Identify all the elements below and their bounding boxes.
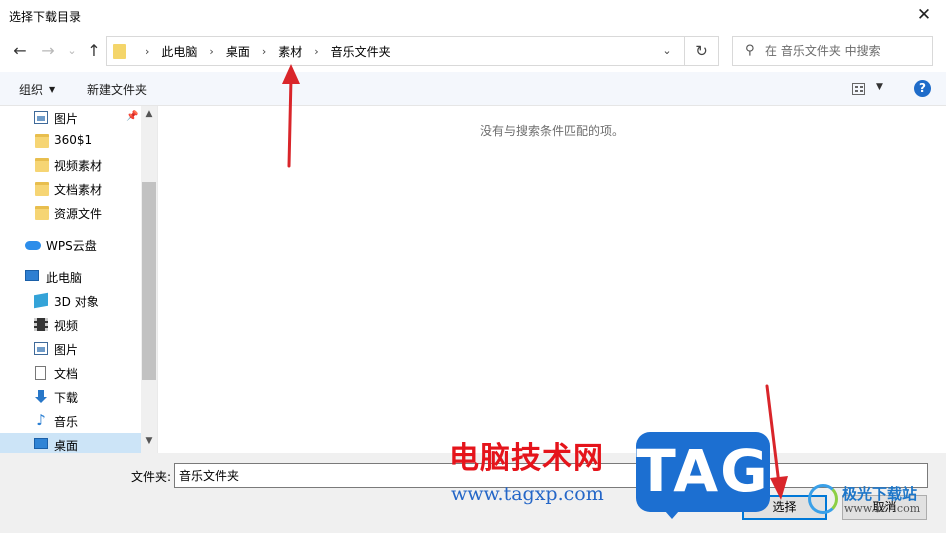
sidebar-item-3d-objects[interactable]: 3D 对象 [0,289,141,313]
pictures-icon [34,342,48,355]
folder-icon [35,182,49,196]
view-dropdown-button[interactable]: ▼ [876,82,883,92]
sidebar-item-pictures[interactable]: 图片 [0,337,141,361]
site-logo-name: 极光下载站 [842,485,918,503]
desktop-icon [34,438,48,449]
breadcrumb-item-music-folder[interactable]: 音乐文件夹 [331,43,391,60]
search-icon: ⚲ [745,43,755,58]
site-logo: 极光下载站 www.xz7.com [808,480,946,530]
chevron-right-icon[interactable]: › [209,45,213,58]
forward-button[interactable]: → [38,40,58,62]
folder-icon [35,134,49,148]
computer-icon [25,270,39,281]
sidebar-item-wps-cloud[interactable]: WPS云盘 [0,233,141,257]
sidebar-item-pictures-quick[interactable]: 图片 📌 [0,106,141,130]
watermark-title: 电脑技术网 [449,441,604,476]
sidebar-item-label: 音乐 [54,415,79,429]
downloads-icon [35,390,47,403]
tag-logo: TAG [636,432,770,512]
chevron-right-icon[interactable]: › [314,45,318,58]
navigation-bar: ← → ⌄ ↑ › 此电脑 › 桌面 › 素材 › 音乐文件夹 ⌄ ↻ ⚲ [0,31,946,72]
sidebar-item-360[interactable]: 360$1 [0,129,141,153]
sidebar-item-label: 文档 [54,367,79,381]
scroll-thumb[interactable] [142,182,156,380]
pictures-icon [34,111,48,124]
music-icon: ♪ [36,411,46,429]
scroll-down-arrow[interactable]: ▼ [141,436,157,450]
cloud-icon [25,241,41,250]
refresh-button[interactable]: ↻ [685,36,719,66]
breadcrumb-item-materials[interactable]: 素材 [278,43,302,60]
site-logo-icon [808,484,838,514]
pin-icon: 📌 [126,111,139,122]
sidebar-scrollbar[interactable]: ▲ ▼ [141,106,157,453]
watermark-url: www.tagxp.com [451,483,604,505]
sidebar-item-label: 视频 [54,319,79,333]
address-history-dropdown[interactable]: ⌄ [660,42,674,60]
sidebar-item-label: 图片 [54,343,79,357]
sidebar-item-music[interactable]: ♪ 音乐 [0,409,141,433]
videos-icon [34,318,48,331]
sidebar-item-label: WPS云盘 [46,239,97,253]
folder-icon [35,206,49,220]
sidebar-item-video-materials[interactable]: 视频素材 [0,153,141,177]
navigation-pane[interactable]: 图片 📌 360$1 视频素材 文档素材 资源文件 WPS云盘 此电脑 3D 对… [0,106,157,453]
chevron-right-icon[interactable]: › [262,45,266,58]
sidebar-item-documents[interactable]: 文档 [0,361,141,385]
breadcrumb-item-desktop[interactable]: 桌面 [226,43,250,60]
search-box[interactable]: ⚲ [732,36,933,66]
chevron-down-icon: ▼ [49,85,56,94]
folder-field-label: 文件夹: [131,470,172,484]
breadcrumb-item-this-pc[interactable]: 此电脑 [161,43,197,60]
site-logo-url: www.xz7.com [844,502,921,515]
recent-locations-button[interactable]: ⌄ [62,40,82,62]
title-bar: 选择下载目录 ✕ [0,0,946,31]
sidebar-item-label: 3D 对象 [54,295,99,309]
folder-icon [113,44,126,59]
help-button[interactable]: ? [914,80,931,97]
address-bar[interactable]: › 此电脑 › 桌面 › 素材 › 音乐文件夹 ⌄ [106,36,685,66]
documents-icon [35,366,46,380]
breadcrumb: › 此电脑 › 桌面 › 素材 › 音乐文件夹 [133,37,391,65]
chevron-right-icon: › [145,44,150,58]
search-input[interactable] [765,40,925,62]
folder-icon [35,158,49,172]
sidebar-item-label: 文档素材 [54,183,103,197]
tag-logo-text: TAG [636,437,770,505]
sidebar-item-label: 图片 [54,112,79,126]
sidebar-item-this-pc[interactable]: 此电脑 [0,265,141,289]
back-button[interactable]: ← [10,40,30,62]
sidebar-item-label: 桌面 [54,439,79,453]
sidebar-item-label: 360$1 [54,133,93,147]
3d-objects-icon [34,292,48,309]
sidebar-item-videos[interactable]: 视频 [0,313,141,337]
sidebar-item-downloads[interactable]: 下载 [0,385,141,409]
sidebar-item-label: 资源文件 [54,207,103,221]
sidebar-item-label: 此电脑 [46,271,83,285]
organize-label: 组织 [19,83,44,97]
organize-menu[interactable]: 组织 ▼ [19,81,55,98]
sidebar-item-label: 下载 [54,391,79,405]
close-button[interactable]: ✕ [910,2,938,28]
view-options-icon[interactable] [852,83,865,95]
scroll-up-arrow[interactable]: ▲ [141,109,157,123]
file-list-view[interactable]: 没有与搜索条件匹配的项。 [158,106,946,453]
window-title: 选择下载目录 [9,10,82,24]
sidebar-item-desktop[interactable]: 桌面 [0,433,141,453]
sidebar-item-resource-files[interactable]: 资源文件 [0,201,141,225]
sidebar-item-label: 视频素材 [54,159,103,173]
new-folder-button[interactable]: 新建文件夹 [87,81,147,98]
command-toolbar: 组织 ▼ 新建文件夹 ▼ ? [0,72,946,106]
empty-results-message: 没有与搜索条件匹配的项。 [479,124,624,138]
tag-logo-tail [658,503,686,519]
up-button[interactable]: ↑ [84,40,104,62]
sidebar-item-doc-materials[interactable]: 文档素材 [0,177,141,201]
